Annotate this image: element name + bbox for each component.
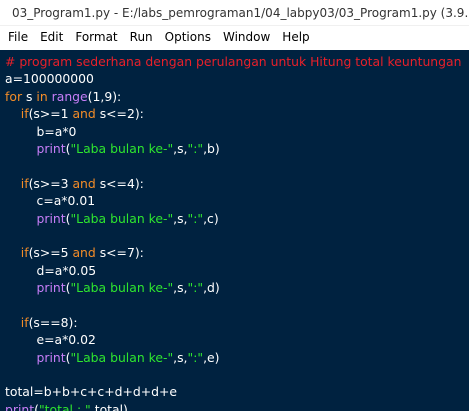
menu-format[interactable]: Format	[69, 30, 123, 44]
code-line: a=100000000	[5, 70, 469, 87]
menu-options[interactable]: Options	[159, 30, 217, 44]
code-token: in	[36, 88, 48, 104]
code-token: (s==8):	[28, 314, 78, 330]
code-token: c=a*0.01	[5, 193, 96, 209]
code-token: if	[20, 314, 29, 330]
code-token: print	[36, 280, 66, 296]
code-token: ,s,	[173, 140, 188, 156]
code-token: s<=4):	[95, 175, 144, 191]
code-token: print	[5, 401, 35, 411]
code-token: s<=7):	[95, 245, 144, 261]
menu-help[interactable]: Help	[276, 30, 315, 44]
code-token: print	[36, 210, 66, 226]
code-token: ":"	[187, 210, 204, 226]
code-token: "total : "	[38, 401, 91, 411]
code-line: c=a*0.01	[5, 192, 469, 209]
code-token: "Laba bulan ke-"	[70, 210, 174, 226]
code-text[interactable]: # program sederhana dengan perulangan un…	[0, 50, 469, 411]
code-line: # program sederhana dengan perulangan un…	[5, 53, 469, 70]
code-token: s	[22, 88, 37, 104]
code-token: "Laba bulan ke-"	[70, 280, 174, 296]
menu-bar: File Edit Format Run Options Window Help	[0, 26, 469, 48]
code-token: ,s,	[173, 210, 188, 226]
menu-file[interactable]: File	[2, 30, 34, 44]
code-line: for s in range(1,9):	[5, 88, 469, 105]
code-line: print("Laba bulan ke-",s,":",d)	[5, 279, 469, 296]
code-token: (s>=5	[28, 245, 73, 261]
code-token: ":"	[187, 280, 204, 296]
code-token: (s>=1	[28, 106, 73, 122]
code-line: print("Laba bulan ke-",s,":",e)	[5, 349, 469, 366]
code-token: s<=2):	[95, 106, 144, 122]
code-token: "Laba bulan ke-"	[70, 140, 174, 156]
code-token: (1,9):	[87, 88, 122, 104]
code-token: for	[5, 88, 23, 104]
code-token: "Laba bulan ke-"	[70, 349, 174, 365]
code-token: ,s,	[173, 280, 188, 296]
code-line: print("Laba bulan ke-",s,":",c)	[5, 210, 469, 227]
code-token: and	[72, 175, 96, 191]
code-token: if	[20, 245, 29, 261]
code-token: print	[36, 349, 66, 365]
code-line: if(s==8):	[5, 314, 469, 331]
code-line: d=a*0.05	[5, 262, 469, 279]
code-token: ,s,	[173, 349, 188, 365]
code-token: and	[72, 245, 96, 261]
code-token: range	[51, 88, 88, 104]
code-line: if(s>=1 and s<=2):	[5, 105, 469, 122]
code-token: # program sederhana dengan perulangan un…	[5, 54, 462, 69]
menu-run[interactable]: Run	[124, 30, 159, 44]
code-token: ,e)	[203, 349, 220, 365]
menu-edit[interactable]: Edit	[34, 30, 69, 44]
code-token: and	[72, 106, 96, 122]
window-title: 03_Program1.py - E:/labs_pemrograman1/04…	[12, 5, 469, 20]
code-line: if(s>=3 and s<=4):	[5, 175, 469, 192]
code-token: (s>=3	[28, 175, 73, 191]
code-token: total=b+b+c+c+d+d+d+e	[5, 384, 177, 400]
code-line: print("total : ",total)	[5, 401, 469, 411]
code-token: b=a*0	[5, 123, 77, 139]
code-token: if	[20, 106, 29, 122]
code-token: ,d)	[203, 280, 220, 296]
title-bar: 03_Program1.py - E:/labs_pemrograman1/04…	[0, 0, 469, 26]
code-token: ,b)	[203, 140, 220, 156]
code-line: e=a*0.02	[5, 331, 469, 348]
code-token: ,total)	[90, 401, 128, 411]
code-token: ":"	[187, 349, 204, 365]
code-line: print("Laba bulan ke-",s,":",b)	[5, 140, 469, 157]
code-token: ,c)	[203, 210, 219, 226]
code-line: if(s>=5 and s<=7):	[5, 244, 469, 261]
code-token: if	[20, 175, 29, 191]
code-line: total=b+b+c+c+d+d+d+e	[5, 383, 469, 400]
code-token: e=a*0.02	[5, 332, 96, 348]
menu-window[interactable]: Window	[217, 30, 276, 44]
code-token: print	[36, 140, 66, 156]
code-token: a=100000000	[5, 71, 94, 87]
code-token: ":"	[187, 140, 204, 156]
code-editor[interactable]: # program sederhana dengan perulangan un…	[0, 50, 469, 411]
code-line: b=a*0	[5, 123, 469, 140]
code-token: d=a*0.05	[5, 262, 97, 278]
